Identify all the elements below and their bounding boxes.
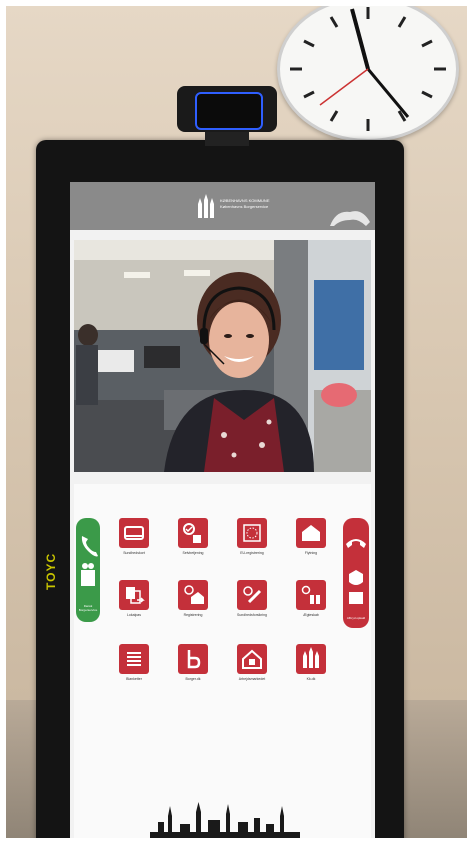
tile-label: Ægteskab xyxy=(303,613,319,617)
eu-stars-icon xyxy=(243,524,261,542)
tile-label: Selvbetjening xyxy=(182,551,204,555)
tile-health-card[interactable] xyxy=(119,518,149,548)
tile-label: EU-registrering xyxy=(240,551,264,555)
tile-label: Sundhedsforsikring xyxy=(237,613,267,617)
b-letter-icon xyxy=(187,650,201,669)
family-icon xyxy=(301,585,320,604)
towers-icon xyxy=(303,647,319,668)
house-icon xyxy=(302,525,320,541)
kiosk-brand: TOYC xyxy=(44,552,58,590)
form-lines-icon xyxy=(127,652,141,666)
tile-registration[interactable] xyxy=(178,580,208,610)
tile-health-insurance[interactable] xyxy=(237,580,267,610)
hang-up-label: Afbryd opkald xyxy=(346,616,366,620)
tile-documents[interactable] xyxy=(119,580,149,610)
self-service-icon xyxy=(183,523,201,543)
call-button[interactable]: Dansk Borgerservice xyxy=(76,518,100,622)
wall-clock xyxy=(277,0,459,142)
tile-label: Sundhedskort xyxy=(123,551,145,555)
documents-icon xyxy=(126,587,145,604)
tile-self-service[interactable] xyxy=(178,518,208,548)
webcam-lens xyxy=(195,92,263,130)
lion-emblem-icon xyxy=(330,211,370,226)
health-cross-icon xyxy=(243,586,262,604)
tile-label: Registrering xyxy=(183,613,203,617)
kiosk-screen: KØBENHAVNS KOMMUNE Københavns Borgerserv… xyxy=(70,182,375,844)
hang-up-button[interactable]: Afbryd opkald xyxy=(343,518,369,628)
tile-labour-market[interactable] xyxy=(237,644,267,674)
shield-icon xyxy=(349,570,363,585)
service-menu-panel: Dansk Borgerservice Afbryd opkald Sundhe… xyxy=(74,484,371,844)
tile-label: Arbejdsmarkedet xyxy=(238,677,266,681)
header-logo-text: KØBENHAVNS KOMMUNE Københavns Borgerserv… xyxy=(220,198,270,210)
logo-line-2: Københavns Borgerservice xyxy=(220,204,269,209)
tile-moving[interactable] xyxy=(296,518,326,548)
tile-forms[interactable] xyxy=(119,644,149,674)
phone-icon xyxy=(81,536,98,557)
lock-house-icon xyxy=(242,649,262,669)
video-call-feed xyxy=(74,240,371,472)
hang-up-icon xyxy=(346,539,366,548)
tile-label: Kk.dk xyxy=(306,677,316,681)
city-towers-logo-icon xyxy=(198,194,214,218)
city-skyline-graphic xyxy=(150,802,300,844)
screen-header: KØBENHAVNS KOMMUNE Københavns Borgerserv… xyxy=(70,182,375,230)
people-icon xyxy=(349,592,363,604)
card-icon xyxy=(124,526,144,540)
webcam-mount xyxy=(205,132,249,146)
tile-label: Borger.dk xyxy=(185,677,201,681)
tile-borger-dk[interactable] xyxy=(178,644,208,674)
tile-label: Lokalpas xyxy=(126,613,141,617)
tile-kk-dk[interactable] xyxy=(296,644,326,674)
tile-marriage[interactable] xyxy=(296,580,326,610)
tile-label: Blanketter xyxy=(126,677,142,681)
people-icon xyxy=(81,570,95,586)
call-button-label: Dansk Borgerservice xyxy=(78,604,98,612)
register-house-icon xyxy=(184,585,204,604)
tile-label: Flytning xyxy=(304,551,318,555)
tile-eu-registration[interactable] xyxy=(237,518,267,548)
webcam xyxy=(177,86,277,146)
